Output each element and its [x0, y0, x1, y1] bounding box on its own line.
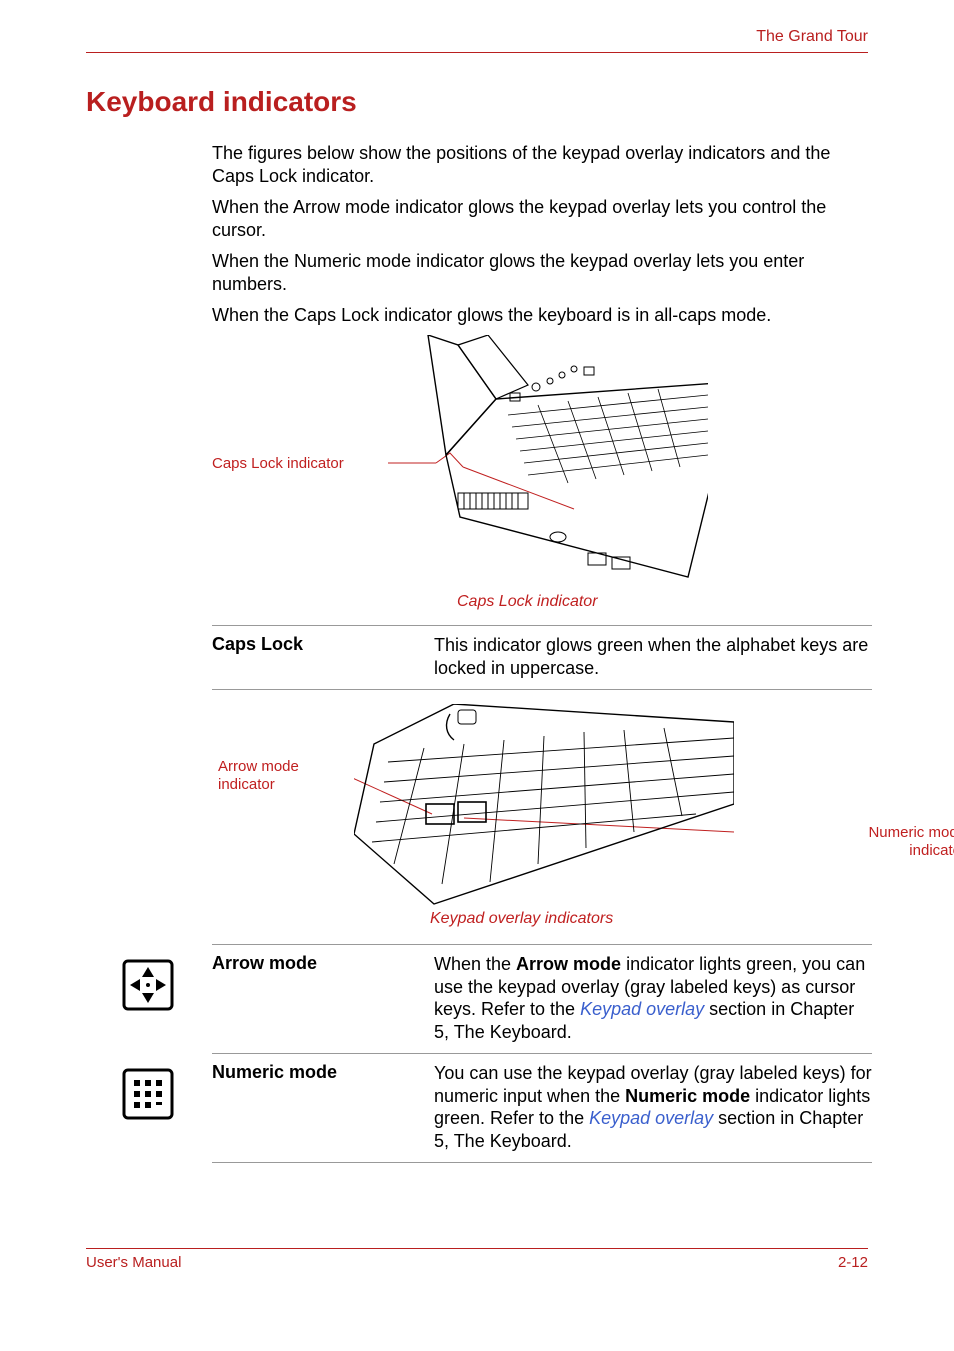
def-desc: When the Arrow mode indicator lights gre…	[434, 953, 872, 1043]
table-rule	[212, 1162, 872, 1163]
def-term: Caps Lock	[212, 634, 410, 679]
figure1-callout: Caps Lock indicator	[212, 455, 344, 472]
intro-paragraph: When the Numeric mode indicator glows th…	[212, 250, 872, 296]
table-rule	[212, 944, 872, 945]
footer-rule	[86, 1248, 868, 1249]
definition-arrow-mode: Arrow mode When the Arrow mode indicator…	[212, 953, 872, 1043]
keyboard-closeup-icon	[354, 704, 734, 908]
numeric-mode-icon	[122, 1068, 174, 1120]
keypad-overlay-link[interactable]: Keypad overlay	[589, 1108, 713, 1128]
intro-paragraph: The figures below show the positions of …	[212, 142, 872, 188]
definition-numeric-mode: Numeric mode You can use the keypad over…	[212, 1062, 872, 1152]
table-rule	[212, 1053, 872, 1054]
figure1-caption: Caps Lock indicator	[457, 593, 598, 611]
keypad-overlay-link[interactable]: Keypad overlay	[580, 999, 704, 1019]
figure-keypad-overlay: Arrow modeindicator Numeric modeindicato…	[212, 704, 872, 934]
figure2-caption: Keypad overlay indicators	[430, 910, 613, 928]
def-desc: You can use the keypad overlay (gray lab…	[434, 1062, 872, 1152]
table-rule	[212, 625, 872, 626]
def-term: Numeric mode	[212, 1062, 410, 1152]
figure-caps-lock: Caps Lock indicator	[212, 335, 872, 615]
figure2-callout-right: Numeric modeindicator	[868, 824, 954, 860]
intro-paragraph: When the Arrow mode indicator glows the …	[212, 196, 872, 242]
header-chapter: The Grand Tour	[756, 28, 868, 46]
section-title: Keyboard indicators	[86, 86, 868, 118]
header-rule	[86, 52, 868, 53]
laptop-drawing-icon	[388, 335, 708, 591]
def-desc: This indicator glows green when the alph…	[434, 634, 872, 679]
def-term: Arrow mode	[212, 953, 410, 1043]
table-rule	[212, 689, 872, 690]
arrow-mode-icon	[122, 959, 174, 1011]
figure2-callout-left: Arrow modeindicator	[218, 758, 299, 794]
intro-paragraph: When the Caps Lock indicator glows the k…	[212, 304, 872, 327]
footer-manual-name: User's Manual	[86, 1254, 181, 1271]
footer-page-number: 2-12	[838, 1254, 868, 1271]
definition-caps-lock: Caps Lock This indicator glows green whe…	[212, 634, 872, 679]
